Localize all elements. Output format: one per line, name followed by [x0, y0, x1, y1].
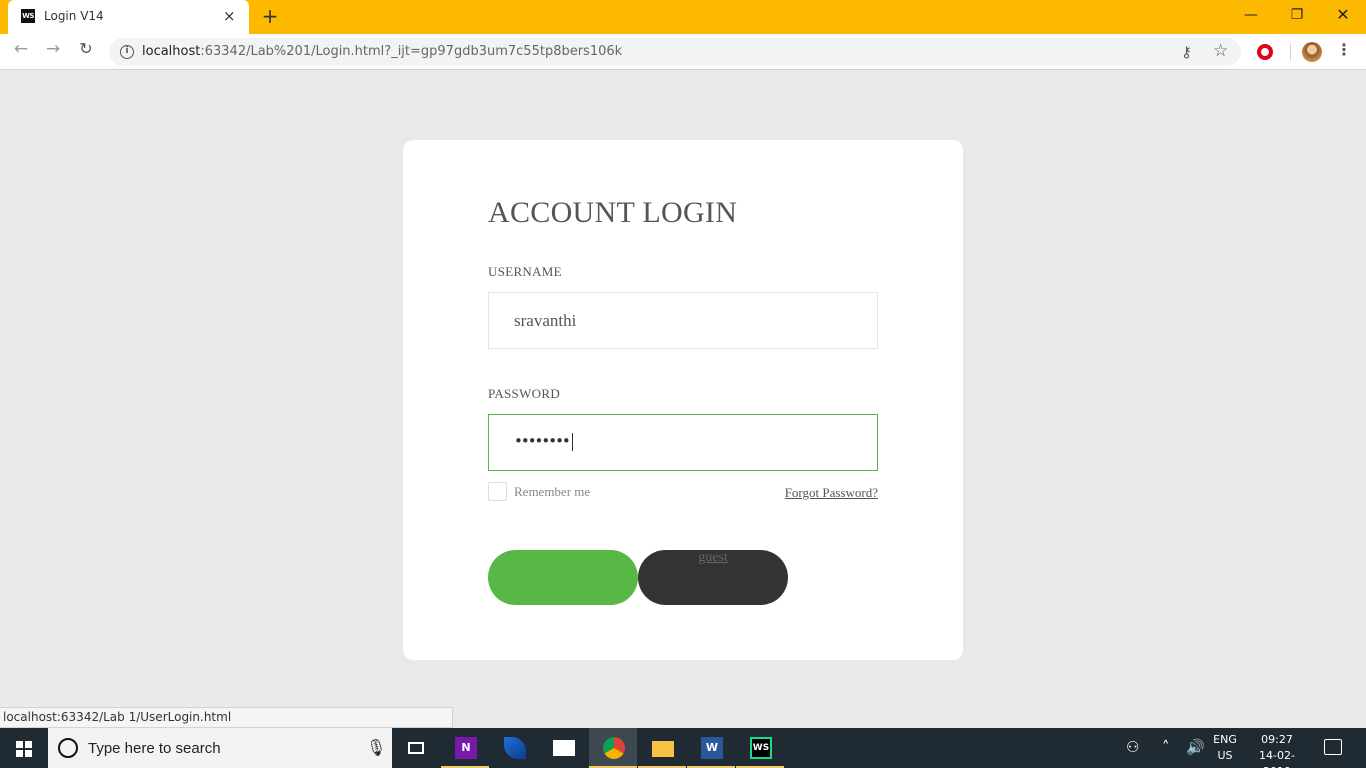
page-title: ACCOUNT LOGIN [488, 196, 738, 229]
mail-icon [553, 740, 575, 756]
profile-avatar-icon[interactable] [1302, 42, 1322, 62]
remember-me-checkbox[interactable] [488, 482, 507, 501]
url-host: localhost [142, 44, 201, 59]
shark-app[interactable] [490, 728, 538, 768]
clock-date: 14-02-2019 [1259, 749, 1295, 768]
file-explorer-app[interactable] [638, 728, 686, 768]
username-label: USERNAME [488, 264, 562, 279]
forgot-password-link[interactable]: Forgot Password? [785, 485, 878, 501]
search-placeholder: Type here to search [88, 740, 221, 757]
cortana-icon [58, 738, 78, 758]
onenote-app[interactable]: N [441, 728, 489, 768]
volume-icon[interactable]: 🔊 [1186, 738, 1205, 756]
webstorm-favicon-icon: WS [21, 9, 35, 23]
shark-app-icon [504, 737, 526, 759]
word-icon: W [701, 737, 723, 759]
webstorm-icon: WS [750, 737, 772, 759]
username-value: sravanthi [514, 311, 577, 330]
close-window-button[interactable]: ✕ [1320, 0, 1366, 30]
link-status-bar: localhost:63342/Lab 1/UserLogin.html [0, 707, 453, 728]
system-clock[interactable]: 09:27 14-02-2019 [1247, 732, 1307, 768]
chrome-app[interactable] [589, 728, 637, 768]
new-tab-button[interactable]: + [260, 4, 280, 28]
chrome-icon [603, 737, 625, 759]
toolbar-divider [1290, 43, 1291, 61]
task-view-icon [408, 742, 424, 754]
forward-button[interactable]: → [40, 39, 66, 65]
browser-menu-icon[interactable]: ⋮ [1336, 40, 1352, 59]
bookmark-star-icon[interactable]: ☆ [1213, 41, 1228, 61]
word-app[interactable]: W [687, 728, 735, 768]
password-field[interactable]: •••••••• [488, 414, 878, 471]
text-caret [571, 432, 573, 451]
username-field[interactable]: sravanthi [488, 292, 878, 349]
tab-title: Login V14 [44, 9, 104, 23]
minimize-button[interactable]: — [1228, 0, 1274, 30]
address-bar[interactable]: i localhost:63342/Lab%201/Login.html?_ij… [109, 38, 1241, 66]
login-button[interactable] [488, 550, 638, 605]
password-dots: •••••••• [514, 432, 571, 450]
language-code: ENG [1213, 733, 1237, 746]
login-card: ACCOUNT LOGIN USERNAME sravanthi PASSWOR… [403, 140, 963, 660]
reload-button[interactable]: ↻ [73, 39, 99, 65]
taskbar-search-box[interactable]: Type here to search 🎙 [48, 728, 392, 768]
taskbar: Type here to search 🎙 N W WS ⚇ ˄ 🔊 ENG U… [0, 728, 1366, 768]
onenote-icon: N [455, 737, 477, 759]
password-value: •••••••• [514, 432, 573, 451]
webstorm-app[interactable]: WS [736, 728, 784, 768]
restore-button[interactable]: ❐ [1274, 0, 1320, 30]
folder-icon [652, 741, 674, 757]
guest-button[interactable]: guest [638, 550, 788, 605]
mail-app[interactable] [539, 728, 587, 768]
opera-extension-icon[interactable] [1257, 44, 1273, 60]
browser-tab[interactable]: WS Login V14 × [8, 0, 249, 34]
clock-time: 09:27 [1261, 733, 1293, 746]
key-icon[interactable]: ⚷ [1181, 43, 1192, 61]
password-label: PASSWORD [488, 386, 561, 401]
url-path: :63342/Lab%201/Login.html?_ijt=gp97gdb3u… [200, 44, 623, 59]
people-icon[interactable]: ⚇ [1126, 738, 1139, 756]
remember-me-label[interactable]: Remember me [514, 484, 590, 500]
start-button[interactable] [0, 728, 48, 768]
notification-center-icon[interactable] [1324, 739, 1342, 755]
chevron-up-icon[interactable]: ˄ [1162, 738, 1170, 756]
region-code: US [1217, 749, 1233, 762]
site-info-icon[interactable]: i [120, 45, 134, 59]
task-view-button[interactable] [392, 728, 440, 768]
browser-tab-strip: WS Login V14 × + — ❐ ✕ [0, 0, 1366, 34]
back-button[interactable]: ← [8, 39, 34, 65]
windows-logo-icon [16, 741, 32, 757]
microphone-icon[interactable]: 🎙 [366, 738, 386, 757]
browser-toolbar: ← → ↻ i localhost:63342/Lab%201/Login.ht… [0, 34, 1366, 70]
url-text[interactable]: localhost:63342/Lab%201/Login.html?_ijt=… [142, 44, 622, 59]
input-language[interactable]: ENG US [1213, 732, 1237, 764]
tab-close-icon[interactable]: × [223, 7, 236, 25]
